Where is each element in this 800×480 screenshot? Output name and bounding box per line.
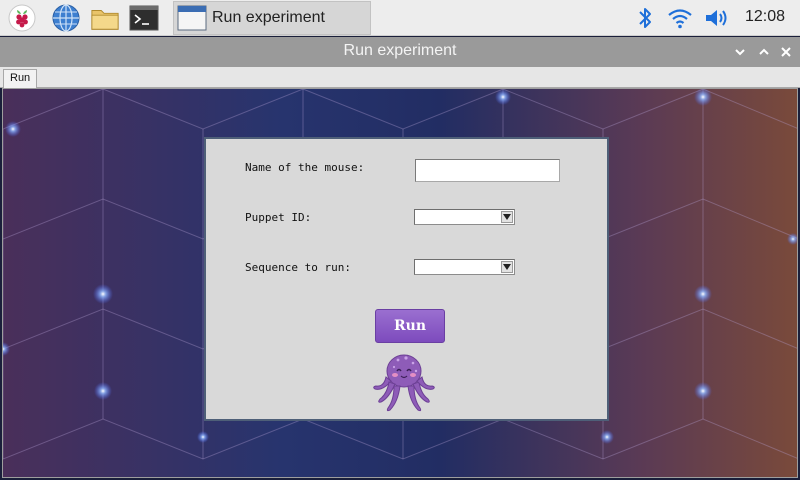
mouse-name-input[interactable] [415,159,560,182]
tab-content: Name of the mouse: Puppet ID: Sequence t… [2,88,798,478]
chevron-up-icon [759,48,769,55]
octopus-icon [373,354,435,412]
window-titlebar[interactable]: Run experiment [0,37,800,67]
experiment-form: Name of the mouse: Puppet ID: Sequence t… [204,137,609,421]
volume-icon[interactable] [702,3,732,33]
taskbar-button-label: Run experiment [212,9,325,26]
folder-icon[interactable] [90,3,120,33]
run-button[interactable]: Run [375,309,445,343]
taskbar-button-run-experiment[interactable]: Run experiment [173,1,371,35]
close-button[interactable] [777,43,795,61]
tab-run[interactable]: Run [3,69,38,88]
puppet-id-select[interactable] [414,209,515,225]
wifi-icon[interactable] [665,3,695,33]
dropdown-arrow-icon[interactable] [501,211,513,223]
raspberry-pi-icon[interactable] [7,3,37,33]
bluetooth-icon[interactable] [630,3,660,33]
maximize-button[interactable] [755,43,773,61]
chevron-down-icon [735,49,745,56]
dropdown-arrow-icon[interactable] [501,261,513,273]
clock[interactable]: 12:08 [745,8,785,26]
taskbar: Run experiment 12:08 [0,0,800,36]
globe-icon[interactable] [51,3,81,33]
close-icon [781,47,791,57]
mouse-name-label: Name of the mouse: [245,161,365,174]
sequence-select[interactable] [414,259,515,275]
window-title: Run experiment [343,42,457,59]
tab-strip: Run [0,67,800,88]
minimize-button[interactable] [731,43,749,61]
terminal-icon[interactable] [129,3,159,33]
sequence-label: Sequence to run: [245,261,351,274]
window-icon [177,5,207,31]
puppet-id-label: Puppet ID: [245,211,312,224]
